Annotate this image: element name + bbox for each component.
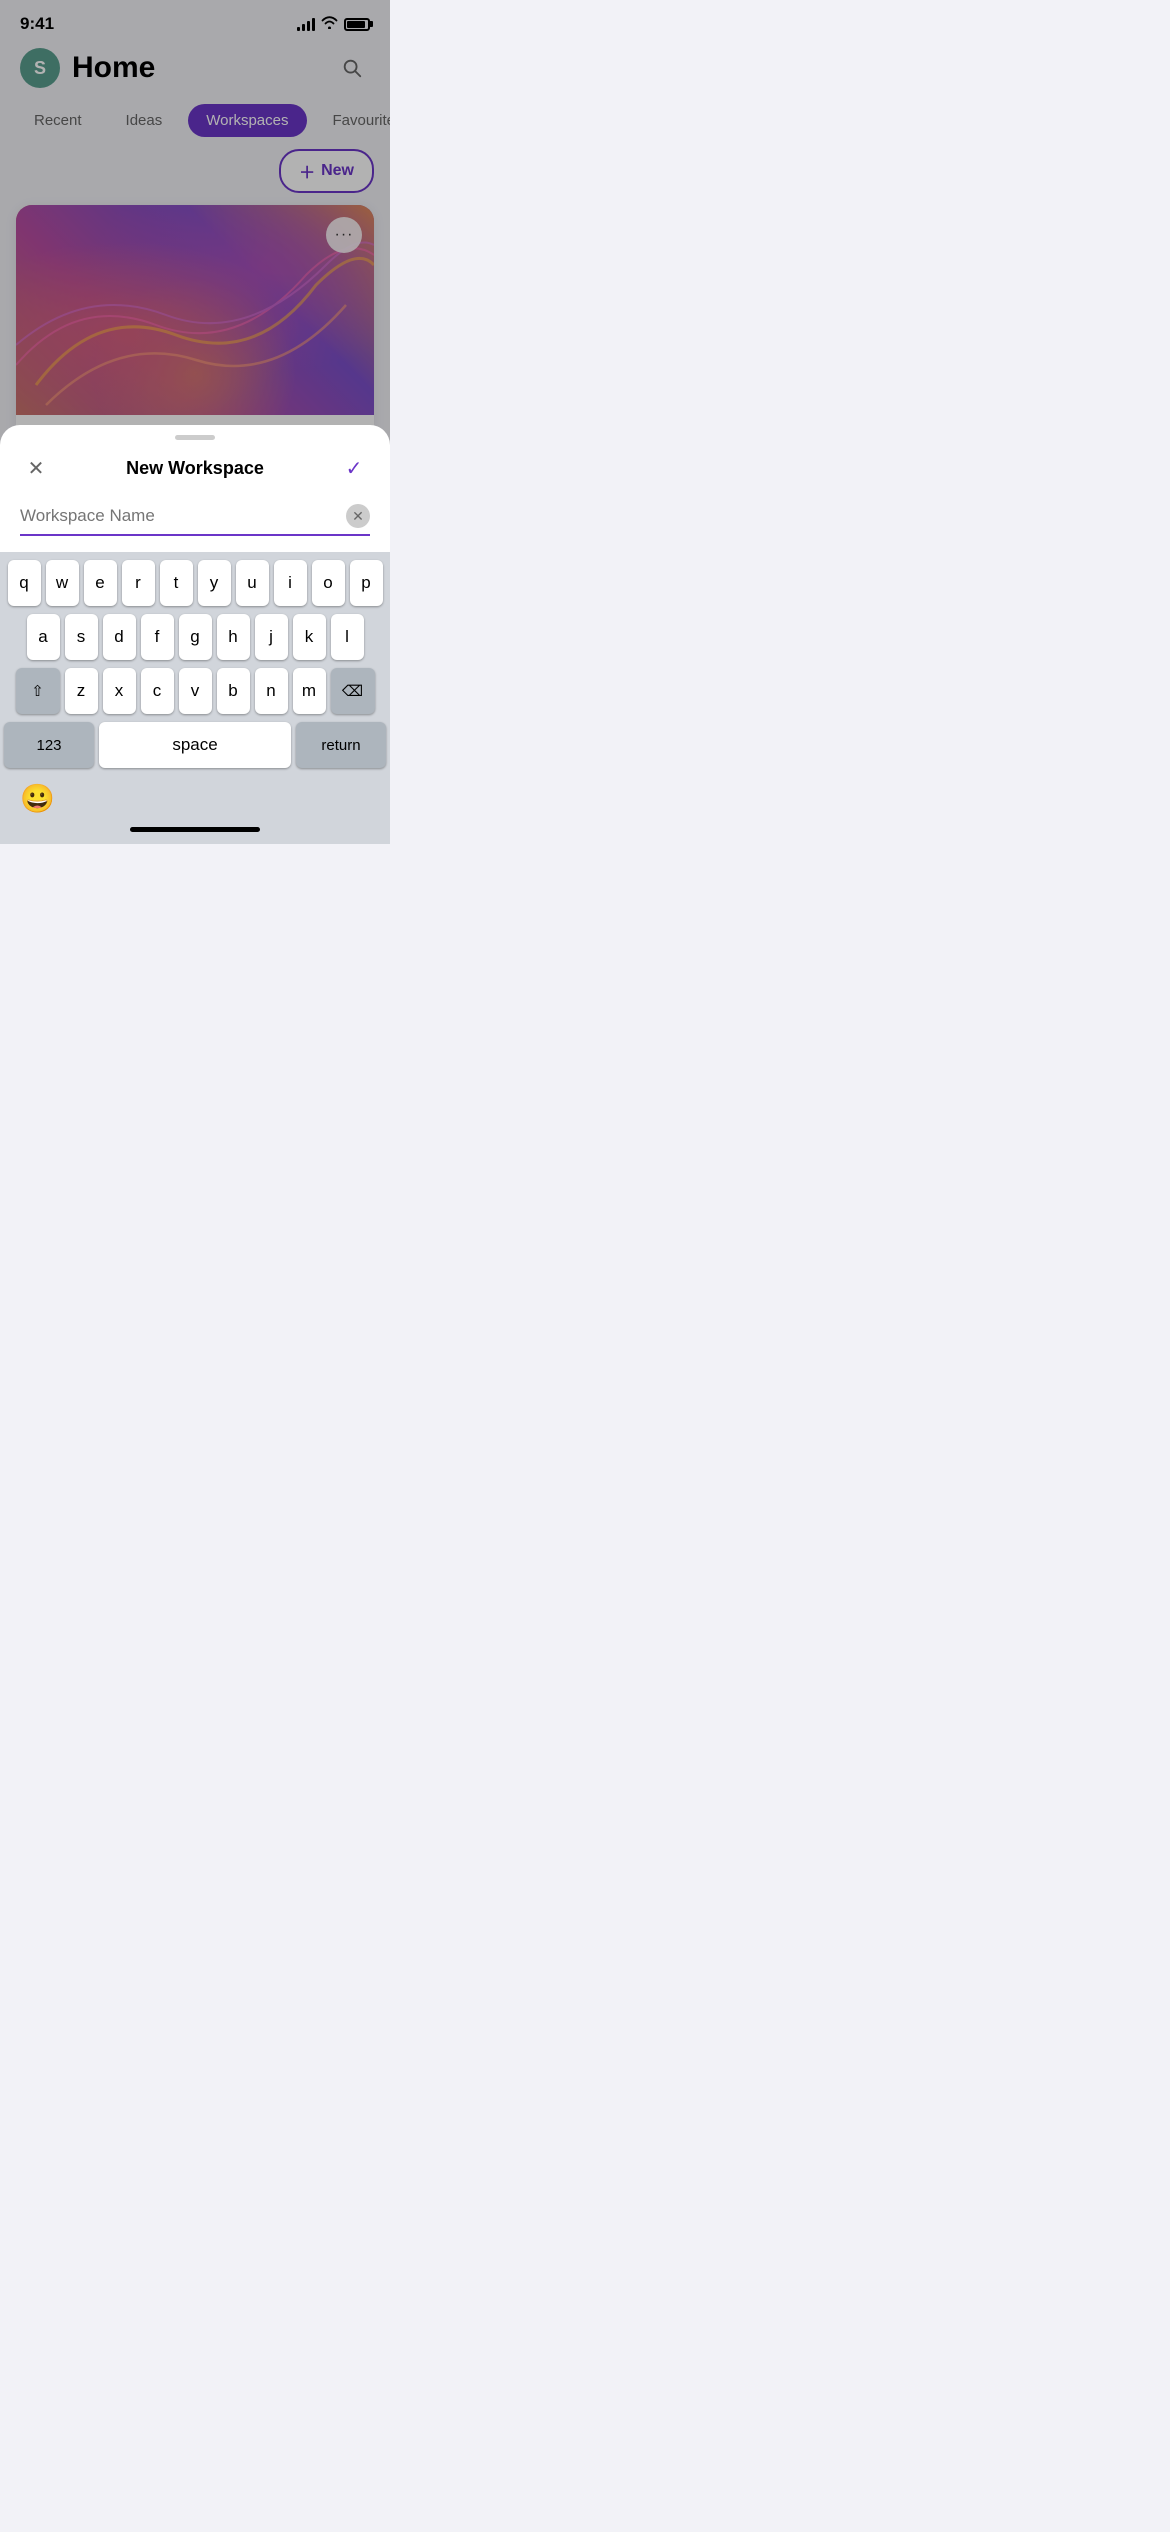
key-backspace[interactable]: ⌫ (331, 668, 375, 714)
key-t[interactable]: t (160, 560, 193, 606)
key-j[interactable]: j (255, 614, 288, 660)
emoji-button[interactable]: 😀 (20, 782, 55, 815)
key-f[interactable]: f (141, 614, 174, 660)
key-s[interactable]: s (65, 614, 98, 660)
sheet-confirm-button[interactable]: ✓ (338, 452, 370, 484)
key-shift[interactable]: ⇧ (16, 668, 60, 714)
key-m[interactable]: m (293, 668, 326, 714)
clear-input-button[interactable]: ✕ (346, 504, 370, 528)
key-q[interactable]: q (8, 560, 41, 606)
key-space[interactable]: space (99, 722, 291, 768)
sheet-input-area: ✕ (0, 496, 390, 552)
key-p[interactable]: p (350, 560, 383, 606)
key-h[interactable]: h (217, 614, 250, 660)
home-indicator-area (0, 819, 390, 844)
sheet-handle (175, 435, 215, 440)
key-v[interactable]: v (179, 668, 212, 714)
sheet-handle-area (0, 425, 390, 444)
key-a[interactable]: a (27, 614, 60, 660)
key-l[interactable]: l (331, 614, 364, 660)
key-c[interactable]: c (141, 668, 174, 714)
keyboard-row-4: 123 space return (4, 722, 386, 768)
keyboard-row-1: q w e r t y u i o p (4, 560, 386, 606)
key-n[interactable]: n (255, 668, 288, 714)
key-x[interactable]: x (103, 668, 136, 714)
keyboard: q w e r t y u i o p a s d f g h j k l ⇧ … (0, 552, 390, 819)
sheet-close-button[interactable]: ✕ (20, 452, 52, 484)
key-k[interactable]: k (293, 614, 326, 660)
sheet-header: ✕ New Workspace ✓ (0, 444, 390, 496)
key-d[interactable]: d (103, 614, 136, 660)
keyboard-bottom-bar: 😀 (4, 776, 386, 819)
key-u[interactable]: u (236, 560, 269, 606)
key-r[interactable]: r (122, 560, 155, 606)
keyboard-row-3: ⇧ z x c v b n m ⌫ (4, 668, 386, 714)
workspace-name-input[interactable] (20, 506, 346, 526)
key-w[interactable]: w (46, 560, 79, 606)
key-return[interactable]: return (296, 722, 386, 768)
workspace-name-field-wrapper: ✕ (20, 504, 370, 536)
new-workspace-sheet: ✕ New Workspace ✓ ✕ q w e r t y u i o p … (0, 425, 390, 844)
home-indicator (130, 827, 260, 832)
key-numbers[interactable]: 123 (4, 722, 94, 768)
key-g[interactable]: g (179, 614, 212, 660)
key-b[interactable]: b (217, 668, 250, 714)
keyboard-row-2: a s d f g h j k l (4, 614, 386, 660)
key-o[interactable]: o (312, 560, 345, 606)
key-y[interactable]: y (198, 560, 231, 606)
key-i[interactable]: i (274, 560, 307, 606)
key-e[interactable]: e (84, 560, 117, 606)
sheet-title: New Workspace (126, 458, 264, 479)
key-z[interactable]: z (65, 668, 98, 714)
